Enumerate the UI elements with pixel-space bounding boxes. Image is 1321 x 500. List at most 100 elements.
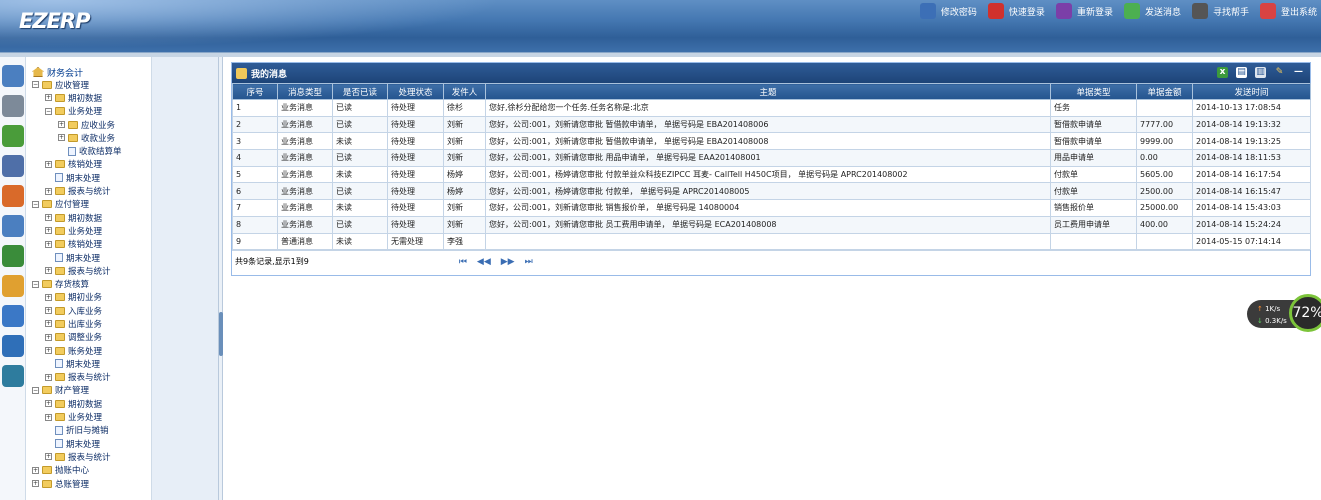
expand-toggle-icon[interactable]: −	[45, 107, 52, 115]
column-header[interactable]: 单据类型	[1050, 83, 1137, 100]
expand-toggle-icon[interactable]: +	[32, 466, 39, 474]
column-header[interactable]: 消息类型	[277, 83, 333, 100]
person-icon[interactable]	[2, 155, 24, 177]
table-row[interactable]: 6 业务消息 已读 待处理 杨婷 您好，公司:001，杨婷请您审批 付款单， 单据号码是 …	[232, 182, 1311, 201]
table-row[interactable]: 4 业务消息 已读 待处理 刘新 您好，公司:001，刘新请您审批 用品申请单， 单据号码…	[232, 149, 1311, 167]
tree-folder-item[interactable]: + 调整业务	[26, 331, 151, 344]
tree-folder-item[interactable]: + 期初数据	[26, 397, 151, 410]
tree-folder-item[interactable]: + 报表与统计	[26, 371, 151, 384]
table-row[interactable]: 1 业务消息 已读 待处理 徐杉 您好,徐杉分配给您一个任务.任务名称是:北京 任务 2014…	[232, 99, 1311, 117]
book-icon[interactable]	[2, 245, 24, 267]
expand-toggle-icon[interactable]: +	[45, 400, 52, 408]
tree-folder-item[interactable]: + 应收业务	[26, 118, 151, 131]
topnav-item-3[interactable]: 发送消息	[1123, 2, 1181, 20]
table-row[interactable]: 7 业务消息 未读 待处理 刘新 您好，公司:001，刘新请您审批 销售报价单， 单据号码…	[232, 199, 1311, 217]
tree-folder-item[interactable]: − 财产管理	[26, 384, 151, 397]
tree-folder-item[interactable]: + 抛账中心	[26, 464, 151, 477]
tree-folder-item[interactable]: + 报表与统计	[26, 184, 151, 197]
expand-toggle-icon[interactable]: −	[32, 280, 39, 288]
expand-toggle-icon[interactable]: +	[45, 94, 52, 102]
prev-page-icon[interactable]: ◀◀	[477, 257, 491, 267]
expand-toggle-icon[interactable]: +	[45, 320, 52, 328]
tree-folder-item[interactable]: + 出库业务	[26, 317, 151, 330]
tree-folder-item[interactable]: + 总账管理	[26, 477, 151, 490]
calendar-icon[interactable]	[2, 215, 24, 237]
monitor-icon[interactable]	[2, 65, 24, 87]
expand-toggle-icon[interactable]: +	[45, 214, 52, 222]
table-row[interactable]: 3 业务消息 未读 待处理 刘新 您好，公司:001，刘新请您审批 暂借款申请单， 单据号…	[232, 132, 1311, 151]
expand-toggle-icon[interactable]: +	[45, 333, 52, 341]
topnav-item-4[interactable]: 寻找帮手	[1191, 2, 1249, 20]
next-page-icon[interactable]: ▶▶	[501, 257, 515, 267]
tree-folder-item[interactable]: + 账务处理	[26, 344, 151, 357]
topnav-item-1[interactable]: 快速登录	[987, 2, 1045, 20]
expand-toggle-icon[interactable]: −	[32, 81, 39, 89]
tree-folder-item[interactable]: + 报表与统计	[26, 264, 151, 277]
expand-toggle-icon[interactable]: +	[45, 227, 52, 235]
group-icon[interactable]	[2, 185, 24, 207]
topnav-item-0[interactable]: 修改密码	[919, 2, 977, 20]
tree-folder-item[interactable]: − 存货核算	[26, 277, 151, 290]
tree-folder-item[interactable]: + 入库业务	[26, 304, 151, 317]
column-header[interactable]: 是否已读	[332, 83, 388, 100]
tree-root[interactable]: 财务会计	[32, 66, 151, 79]
table-row[interactable]: 8 业务消息 已读 待处理 刘新 您好，公司:001，刘新请您审批 员工费用申请单， 单据…	[232, 215, 1311, 234]
topnav-item-5[interactable]: 登出系统	[1259, 2, 1317, 20]
truck-icon[interactable]	[2, 95, 24, 117]
browser-icon[interactable]	[2, 305, 24, 327]
network-speed-widget[interactable]: ↑ 1K/s ↓ 0.3K/s 72%	[1247, 294, 1321, 334]
tree-folder-item[interactable]: + 报表与统计	[26, 450, 151, 463]
tree-page-item[interactable]: 期末处理	[26, 251, 151, 264]
earth-icon[interactable]	[2, 365, 24, 387]
print-icon[interactable]: ▥	[1255, 67, 1266, 78]
expand-toggle-icon[interactable]: +	[58, 134, 65, 142]
splitter[interactable]	[218, 57, 223, 500]
folder-icon[interactable]	[2, 275, 24, 297]
tree-folder-item[interactable]: + 期初数据	[26, 91, 151, 104]
expand-toggle-icon[interactable]: −	[32, 386, 39, 394]
topnav-item-2[interactable]: 重新登录	[1055, 2, 1113, 20]
globe-icon[interactable]	[2, 335, 24, 357]
table-row[interactable]: 5 业务消息 未读 待处理 杨婷 您好，公司:001，杨婷请您审批 付款单益众科技EZIP…	[232, 165, 1311, 184]
tree-page-item[interactable]: 折旧与摊销	[26, 424, 151, 437]
excel-export-icon[interactable]: x	[1217, 67, 1228, 78]
tree-page-item[interactable]: 期末处理	[26, 357, 151, 370]
tree-folder-item[interactable]: + 业务处理	[26, 224, 151, 237]
expand-toggle-icon[interactable]: +	[45, 267, 52, 275]
splitter-grip[interactable]	[219, 312, 223, 356]
column-header[interactable]: 发件人	[443, 83, 486, 100]
column-header[interactable]: 主题	[485, 83, 1051, 100]
expand-toggle-icon[interactable]: +	[45, 347, 52, 355]
ledger-icon[interactable]	[2, 125, 24, 147]
tree-folder-item[interactable]: − 业务处理	[26, 105, 151, 118]
expand-toggle-icon[interactable]: +	[45, 240, 52, 248]
tree-page-item[interactable]: 期末处理	[26, 437, 151, 450]
first-page-icon[interactable]: ⏮	[459, 257, 467, 267]
expand-toggle-icon[interactable]: +	[45, 187, 52, 195]
column-header[interactable]: 序号	[232, 83, 278, 100]
expand-toggle-icon[interactable]: +	[58, 121, 65, 129]
tree-folder-item[interactable]: + 收款业务	[26, 131, 151, 144]
tree-folder-item[interactable]: − 应付管理	[26, 198, 151, 211]
tree-folder-item[interactable]: + 业务处理	[26, 410, 151, 423]
tree-page-item[interactable]: 期末处理	[26, 171, 151, 184]
expand-toggle-icon[interactable]: +	[45, 307, 52, 315]
column-header[interactable]: 单据金额	[1136, 83, 1193, 100]
expand-toggle-icon[interactable]: +	[45, 413, 52, 421]
wrench-icon[interactable]: ✎	[1274, 67, 1285, 78]
table-row[interactable]: 2 业务消息 已读 待处理 刘新 您好，公司:001，刘新请您审批 暂借款申请单， 单据号…	[232, 115, 1311, 134]
column-header[interactable]: 发送时间	[1192, 83, 1311, 100]
tree-folder-item[interactable]: − 应收管理	[26, 78, 151, 91]
expand-toggle-icon[interactable]: +	[45, 293, 52, 301]
document-icon[interactable]: ▤	[1236, 67, 1247, 78]
tree-page-item[interactable]: 收款结算单	[26, 144, 151, 157]
expand-toggle-icon[interactable]: +	[45, 453, 52, 461]
table-row[interactable]: 9 普通消息 未读 无需处理 李强 2014-05-15 07:14:14	[232, 232, 1311, 251]
expand-toggle-icon[interactable]: +	[45, 373, 52, 381]
last-page-icon[interactable]: ⏭	[525, 257, 533, 267]
tree-folder-item[interactable]: + 期初数据	[26, 211, 151, 224]
expand-toggle-icon[interactable]: +	[45, 160, 52, 168]
tree-folder-item[interactable]: + 核销处理	[26, 238, 151, 251]
column-header[interactable]: 处理状态	[387, 83, 444, 100]
expand-toggle-icon[interactable]: +	[32, 480, 39, 488]
